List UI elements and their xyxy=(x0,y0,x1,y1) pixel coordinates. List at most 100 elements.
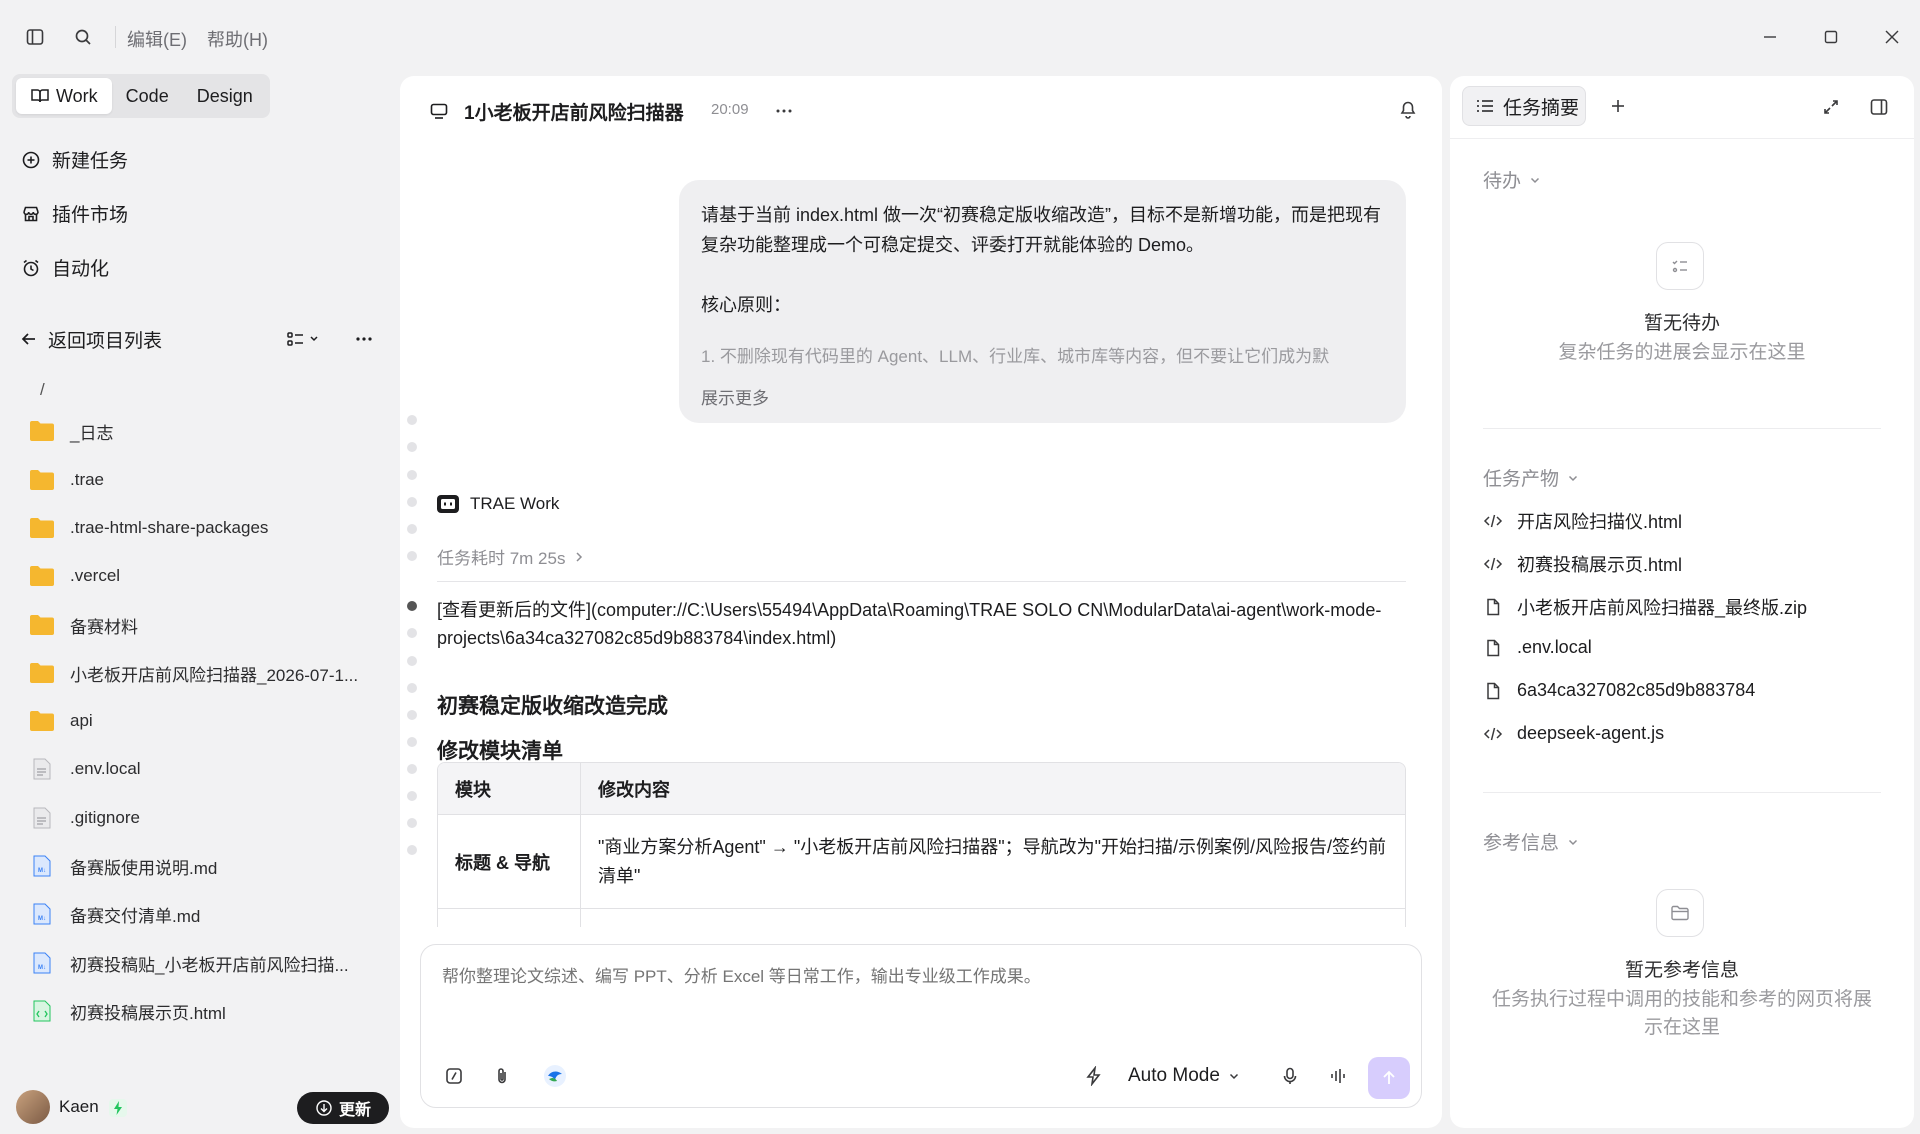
nav-new-task-label: 新建任务 xyxy=(52,151,129,172)
list-icon xyxy=(1475,97,1495,115)
update-button[interactable]: 更新 xyxy=(297,1092,389,1124)
send-button[interactable] xyxy=(1368,1057,1410,1099)
file-name: _日志 xyxy=(70,423,114,443)
nav-new-task[interactable]: 新建任务 xyxy=(20,146,128,173)
artifact-item[interactable]: 开店风险扫描仪.html xyxy=(1483,508,1682,534)
lightning-icon[interactable] xyxy=(1081,1063,1107,1089)
sidebar-toggle-icon[interactable] xyxy=(22,24,48,50)
mode-switcher: Work Code Design xyxy=(12,74,270,118)
file-name: 备赛版使用说明.md xyxy=(70,858,218,878)
file-item[interactable]: .vercel xyxy=(28,561,120,591)
file-name: 初赛投稿展示页.html xyxy=(70,1003,226,1023)
tab-work-label: Work xyxy=(56,85,98,106)
file-item[interactable]: 备赛材料 xyxy=(28,610,138,640)
search-icon[interactable] xyxy=(70,24,96,50)
file-item[interactable]: 小老板开店前风险扫描器_2026-07-1... xyxy=(28,658,358,688)
timeline-dot[interactable] xyxy=(407,764,417,774)
file-item[interactable]: .gitignore xyxy=(28,803,140,833)
nav-automation[interactable]: 自动化 xyxy=(20,254,109,281)
timeline-dot-active[interactable] xyxy=(407,601,417,611)
panel-toggle-icon[interactable] xyxy=(1866,94,1892,120)
microphone-icon[interactable] xyxy=(1277,1063,1303,1089)
add-tab-icon[interactable] xyxy=(1604,92,1632,120)
file-name: .env.local xyxy=(70,759,141,778)
show-more-button[interactable]: 展示更多 xyxy=(701,384,769,409)
expand-icon[interactable] xyxy=(1818,94,1844,120)
section-artifacts-toggle[interactable]: 任务产物 xyxy=(1483,464,1579,491)
file-item[interactable]: M↓ 备赛版使用说明.md xyxy=(28,851,217,881)
file-item[interactable]: .trae xyxy=(28,465,104,495)
folder-icon xyxy=(28,563,56,589)
timeline-dot[interactable] xyxy=(407,683,417,693)
timeline-dot[interactable] xyxy=(407,656,417,666)
voice-wave-icon[interactable] xyxy=(1325,1063,1351,1089)
pin-icon[interactable] xyxy=(1396,98,1420,122)
timeline-dot[interactable] xyxy=(407,415,417,425)
chevron-down-icon xyxy=(1567,472,1579,484)
file-item[interactable]: _日志 xyxy=(28,416,113,446)
nav-plugin-market[interactable]: 插件市场 xyxy=(20,200,128,227)
divider xyxy=(437,581,1406,582)
menu-help[interactable]: 帮助(H) xyxy=(207,26,268,52)
text-file-icon xyxy=(28,756,56,782)
file-item[interactable]: api xyxy=(28,706,93,736)
timeline-dot[interactable] xyxy=(407,737,417,747)
section-todo-toggle[interactable]: 待办 xyxy=(1483,166,1541,193)
timeline-dot[interactable] xyxy=(407,551,417,561)
tab-code[interactable]: Code xyxy=(112,78,183,114)
assistant-name: TRAE Work xyxy=(470,494,560,513)
composer-input[interactable] xyxy=(442,967,1342,987)
user-message-truncated: 1. 不删除现有代码里的 Agent、LLM、行业库、城市库等内容，但不要让它们… xyxy=(701,347,1330,366)
more-options-icon[interactable] xyxy=(772,100,796,122)
title-bar-separator xyxy=(115,26,116,48)
more-options-icon[interactable] xyxy=(352,328,376,350)
file-name: 小老板开店前风险扫描器_2026-07-1... xyxy=(70,665,359,685)
file-item[interactable]: M↓ 备赛交付清单.md xyxy=(28,899,200,929)
table-cell: 标题 & 导航 xyxy=(438,815,581,908)
file-name: .vercel xyxy=(70,566,121,585)
timeline-dot[interactable] xyxy=(407,497,417,507)
markdown-file-icon: M↓ xyxy=(28,853,56,879)
tab-design[interactable]: Design xyxy=(183,78,267,114)
task-duration-toggle[interactable]: 任务耗时 7m 25s xyxy=(437,544,585,569)
file-item[interactable]: 初赛投稿展示页.html xyxy=(28,996,226,1026)
download-circle-icon xyxy=(315,1099,333,1117)
file-item[interactable]: .trae-html-share-packages xyxy=(28,513,268,543)
file-link[interactable]: [查看更新后的文件](computer://C:\Users\55494\App… xyxy=(437,596,1406,652)
slash-command-icon[interactable] xyxy=(441,1063,467,1089)
timeline-dot[interactable] xyxy=(407,524,417,534)
folder-icon xyxy=(28,515,56,541)
attachment-icon[interactable] xyxy=(489,1063,515,1089)
back-to-projects-button[interactable]: 返回项目列表 xyxy=(48,326,162,353)
artifact-item[interactable]: 初赛投稿展示页.html xyxy=(1483,551,1682,577)
minimize-icon[interactable] xyxy=(1755,22,1785,52)
menu-edit[interactable]: 编辑(E) xyxy=(127,26,187,52)
tab-task-summary[interactable]: 任务摘要 xyxy=(1462,86,1586,126)
artifact-item[interactable]: deepseek-agent.js xyxy=(1483,723,1664,744)
code-icon xyxy=(1483,724,1503,744)
timeline-dot[interactable] xyxy=(407,470,417,480)
file-item[interactable]: M↓ 初赛投稿贴_小老板开店前风险扫描... xyxy=(28,948,349,978)
maximize-icon[interactable] xyxy=(1816,22,1846,52)
tab-work[interactable]: Work xyxy=(16,78,112,114)
arrow-left-icon[interactable] xyxy=(18,328,40,350)
timeline-dot[interactable] xyxy=(407,628,417,638)
file-icon xyxy=(1483,681,1503,701)
skill-logo-icon[interactable] xyxy=(542,1063,568,1089)
timeline-dot[interactable] xyxy=(407,818,417,828)
timeline-dot[interactable] xyxy=(407,710,417,720)
file-item[interactable]: .env.local xyxy=(28,754,141,784)
section-reference-toggle[interactable]: 参考信息 xyxy=(1483,828,1579,855)
user-name: Kaen xyxy=(59,1097,99,1116)
artifact-item[interactable]: 6a34ca327082c85d9b883784 xyxy=(1483,680,1755,701)
mode-selector[interactable]: Auto Mode xyxy=(1128,1065,1240,1087)
timeline-dot[interactable] xyxy=(407,442,417,452)
timeline-dot[interactable] xyxy=(407,845,417,855)
artifact-item[interactable]: .env.local xyxy=(1483,637,1592,658)
avatar[interactable] xyxy=(16,1090,50,1124)
timeline-dot[interactable] xyxy=(407,791,417,801)
view-options-icon[interactable] xyxy=(286,328,322,350)
artifact-item[interactable]: 小老板开店前风险扫描器_最终版.zip xyxy=(1483,594,1807,620)
close-icon[interactable] xyxy=(1877,22,1907,52)
chat-bubble-icon xyxy=(428,100,450,122)
